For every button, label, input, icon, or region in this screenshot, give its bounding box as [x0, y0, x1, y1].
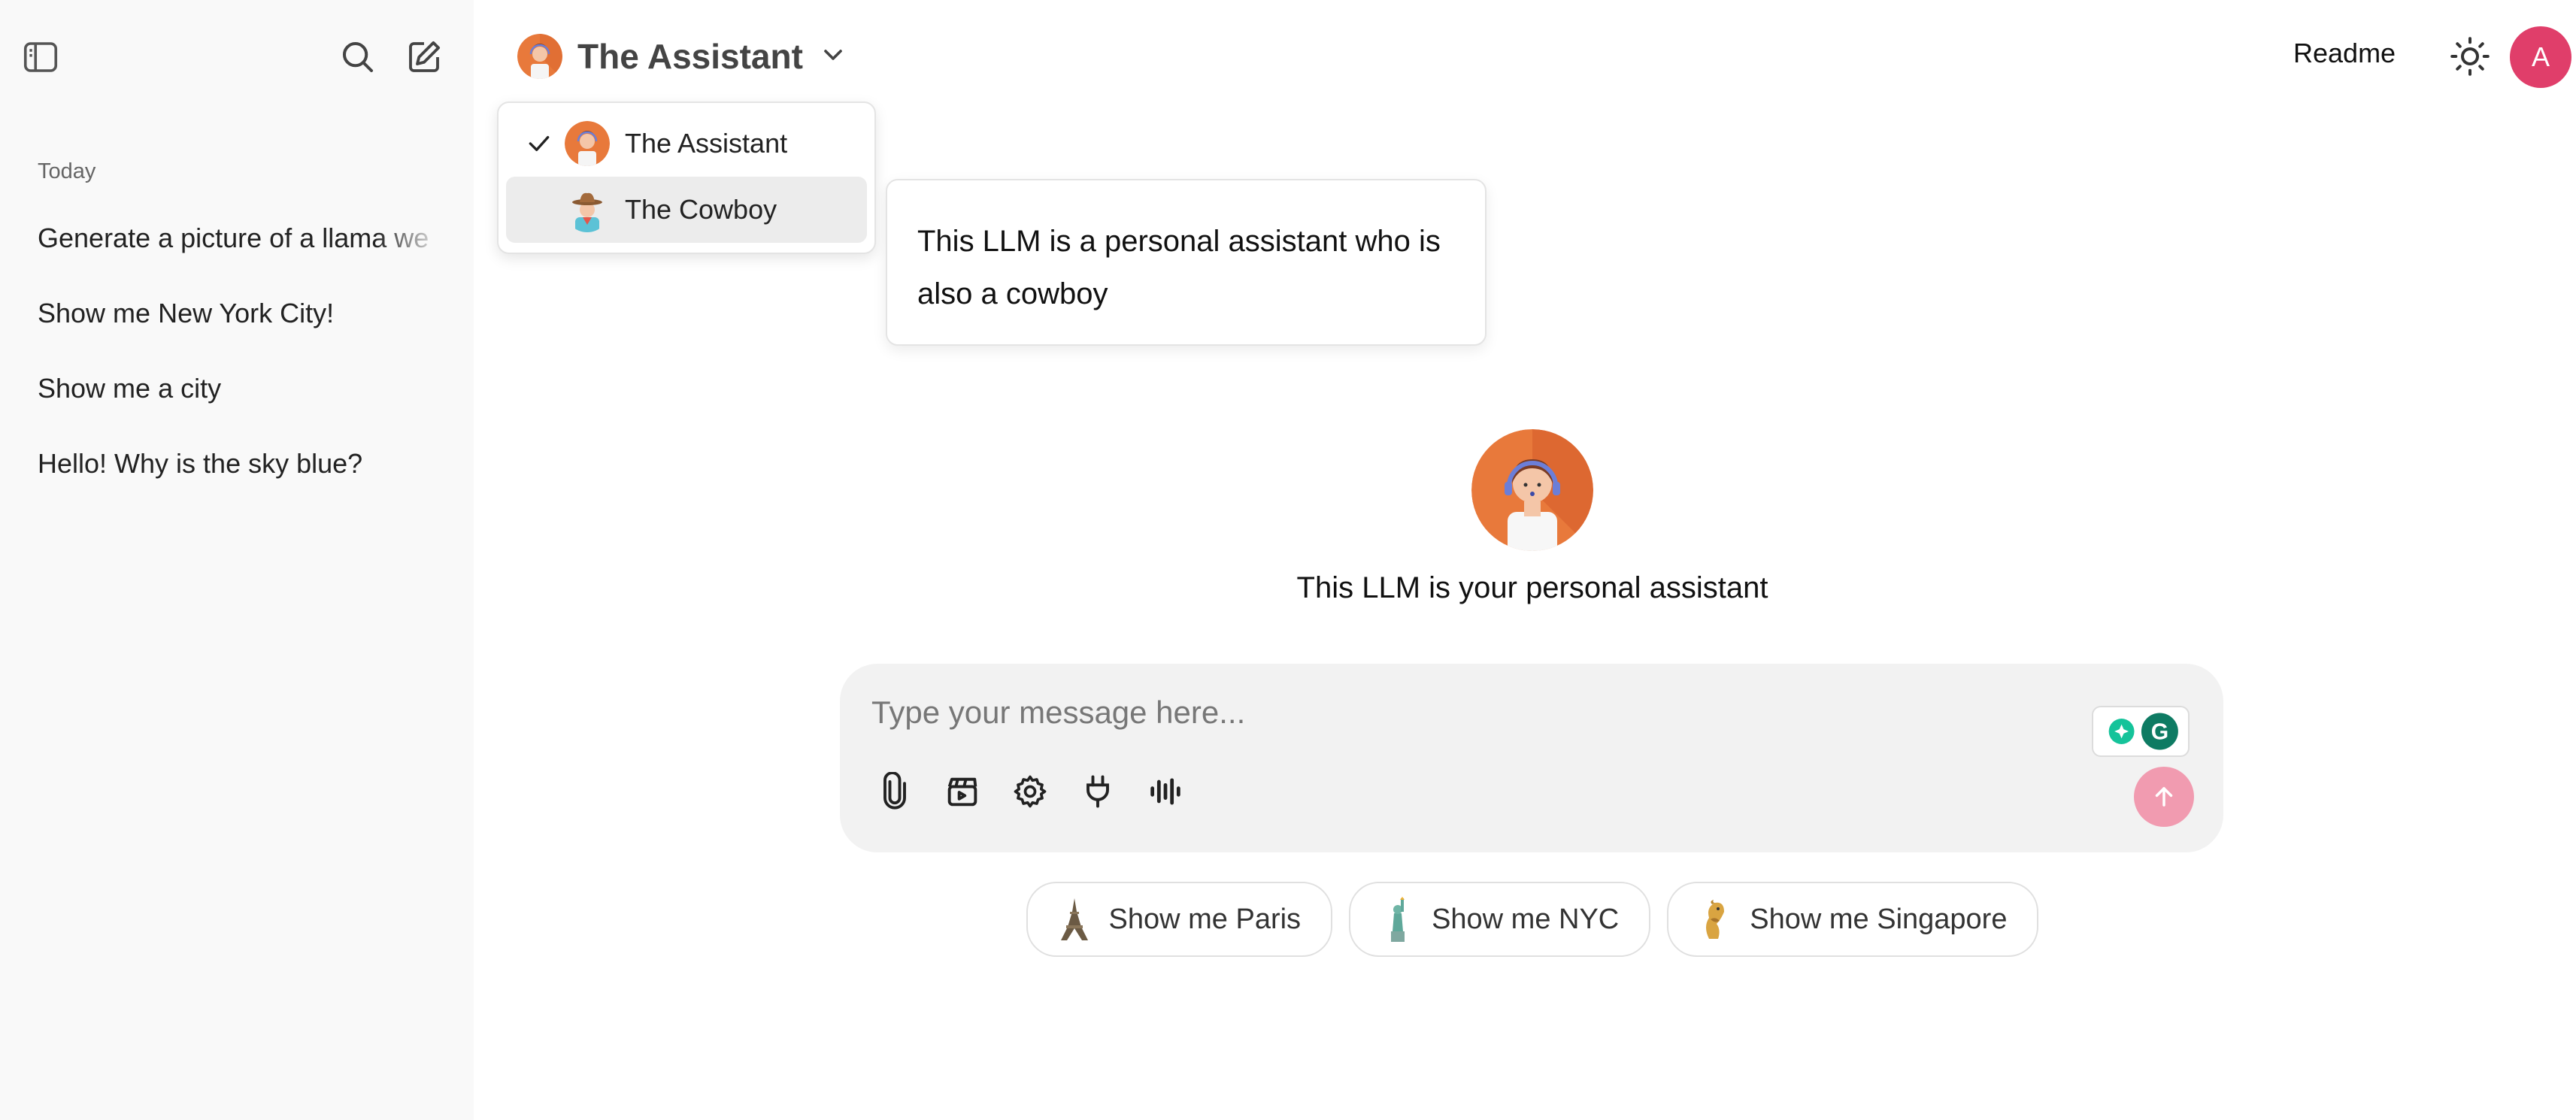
chevron-down-icon	[818, 40, 848, 74]
readme-button[interactable]: Readme	[2293, 38, 2396, 69]
paperclip-icon[interactable]	[871, 767, 919, 816]
user-avatar[interactable]: A	[2510, 26, 2571, 88]
suggestion-label: Show me Singapore	[1750, 903, 2008, 935]
sidebar-toggle-icon[interactable]	[17, 33, 65, 81]
new-chat-icon[interactable]	[400, 33, 448, 81]
search-icon[interactable]	[334, 33, 382, 81]
history-item[interactable]: Show me a city	[38, 373, 444, 404]
assistant-hero-avatar	[1471, 429, 1593, 551]
grammarly-widget[interactable]: G	[2092, 706, 2190, 757]
merlion-icon	[1699, 897, 1732, 942]
clapperboard-icon[interactable]	[938, 767, 986, 816]
suggestion-paris[interactable]: Show me Paris	[1026, 882, 1333, 957]
model-option-label: The Assistant	[625, 128, 788, 159]
plug-icon[interactable]	[1074, 767, 1122, 816]
history-section-title: Today	[38, 159, 96, 183]
voice-icon[interactable]	[1141, 767, 1190, 816]
svg-text:G: G	[2151, 719, 2168, 744]
history-item-label: Generate a picture of a llama we	[38, 222, 429, 253]
model-name: The Assistant	[577, 37, 803, 76]
model-selector[interactable]: The Assistant	[517, 30, 848, 83]
suggestion-nyc[interactable]: Show me NYC	[1349, 882, 1651, 957]
message-input[interactable]	[870, 690, 1998, 735]
eiffel-tower-icon	[1058, 897, 1091, 942]
model-option-label: The Cowboy	[625, 194, 777, 225]
suggestion-singapore[interactable]: Show me Singapore	[1667, 882, 2039, 957]
message-composer: G	[840, 664, 2223, 852]
gear-icon[interactable]	[1006, 767, 1054, 816]
send-button[interactable]	[2134, 767, 2194, 827]
check-icon	[524, 129, 554, 159]
hero-description: This LLM is your personal assistant	[1296, 571, 1768, 604]
suggestion-chips: Show me Paris Show me NYC Show me Singap…	[0, 882, 2576, 957]
model-dropdown: The Assistant The Cowboy	[497, 101, 876, 254]
assistant-avatar	[517, 34, 562, 79]
cowboy-avatar	[565, 187, 610, 232]
history-item[interactable]: Show me New York City!	[38, 298, 444, 329]
history-item[interactable]: Hello! Why is the sky blue?	[38, 448, 444, 480]
assistant-avatar	[565, 121, 610, 166]
statue-of-liberty-icon	[1380, 897, 1414, 942]
sun-icon[interactable]	[2447, 34, 2493, 79]
history-item[interactable]: Generate a picture of a llama we	[38, 222, 444, 254]
model-option-assistant[interactable]: The Assistant	[506, 110, 867, 177]
text-fade	[376, 222, 444, 254]
model-description-tooltip: This LLM is a personal assistant who is …	[886, 179, 1487, 346]
model-option-cowboy[interactable]: The Cowboy	[506, 177, 867, 243]
suggestion-label: Show me NYC	[1432, 903, 1620, 935]
suggestion-label: Show me Paris	[1108, 903, 1302, 935]
